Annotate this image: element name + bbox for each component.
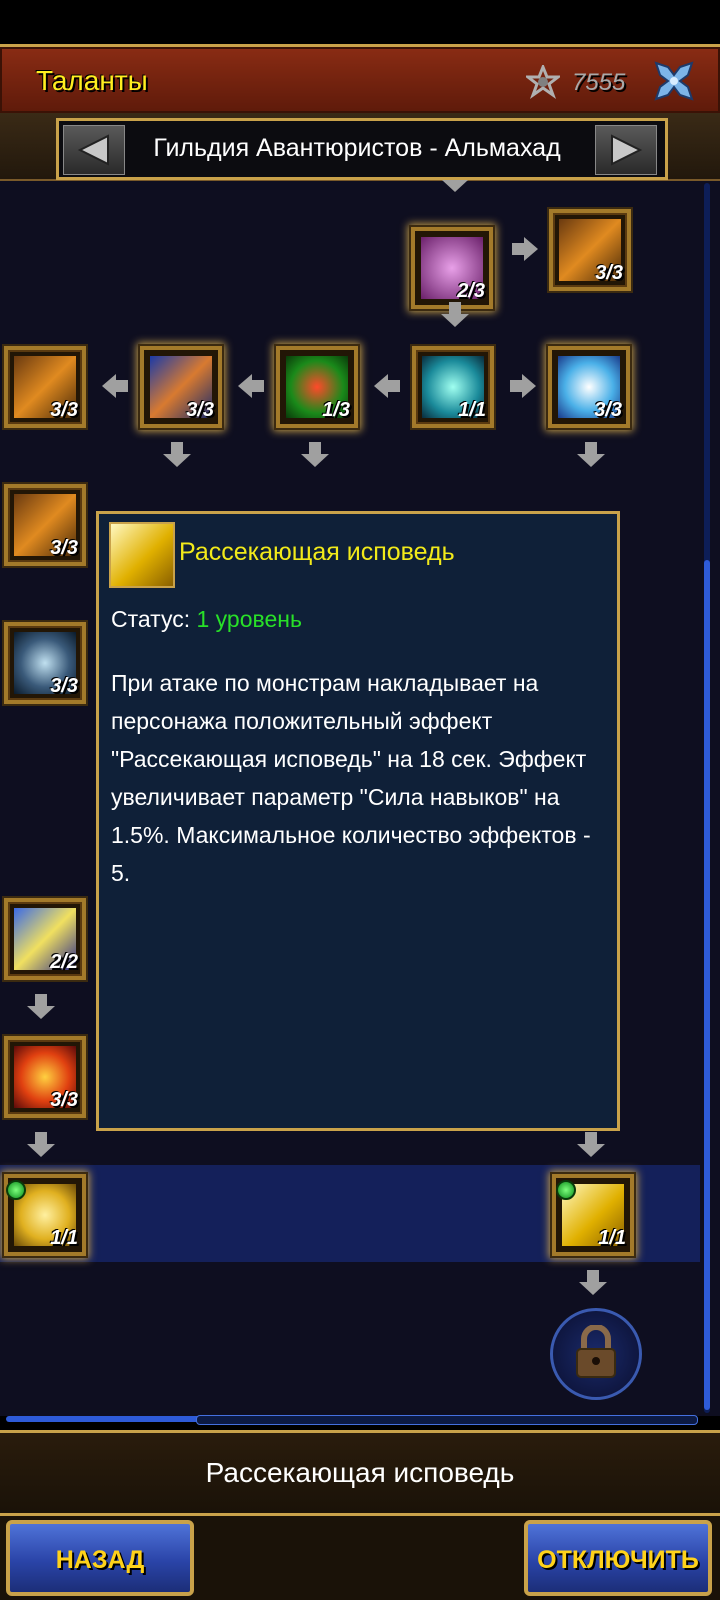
next-guild-button[interactable] bbox=[595, 125, 657, 175]
talent-point-icon bbox=[523, 62, 563, 99]
arrow-left-icon bbox=[374, 374, 400, 398]
arrow-down-icon bbox=[163, 442, 191, 467]
lock-icon bbox=[576, 1325, 616, 1378]
arrow-right-icon bbox=[510, 374, 536, 398]
status-gem-icon bbox=[6, 1180, 26, 1200]
talent-node[interactable]: 1/3 bbox=[276, 346, 358, 428]
status-gem-icon bbox=[556, 1180, 576, 1200]
prev-guild-button[interactable] bbox=[63, 125, 125, 175]
vertical-scrollbar-thumb[interactable] bbox=[704, 560, 710, 1410]
talent-node[interactable]: 1/1 bbox=[412, 346, 494, 428]
tooltip-status-label: Статус: bbox=[111, 606, 191, 632]
arrow-left-icon bbox=[238, 374, 264, 398]
talent-node[interactable]: 2/3 bbox=[411, 227, 493, 309]
talent-node[interactable]: 3/3 bbox=[4, 1036, 86, 1118]
guild-name: Гильдия Авантюристов - Альмахад bbox=[153, 134, 561, 162]
arrow-left-icon bbox=[77, 134, 109, 166]
locked-talent-node[interactable] bbox=[550, 1308, 642, 1400]
arrow-left-icon bbox=[102, 374, 128, 398]
guild-selector: Гильдия Авантюристов - Альмахад bbox=[56, 118, 668, 180]
arrow-right-icon bbox=[512, 237, 538, 261]
talent-points-value: 7555 bbox=[572, 69, 626, 96]
blade-icon bbox=[109, 522, 175, 588]
talent-node[interactable]: 3/3 bbox=[549, 209, 631, 291]
talent-node[interactable]: 2/2 bbox=[4, 898, 86, 980]
arrow-down-icon bbox=[27, 1132, 55, 1157]
guild-selector-bar: Гильдия Авантюристов - Альмахад bbox=[0, 113, 720, 181]
talent-node[interactable]: 3/3 bbox=[548, 346, 630, 428]
bottom-button-bar: НАЗАД ОТКЛЮЧИТЬ bbox=[0, 1516, 720, 1600]
arrow-down-icon bbox=[301, 442, 329, 467]
tooltip-status: Статус: 1 уровень bbox=[111, 606, 302, 633]
talent-node[interactable]: 3/3 bbox=[4, 622, 86, 704]
back-button-label: НАЗАД bbox=[55, 1546, 145, 1574]
page-title: Таланты bbox=[36, 65, 148, 96]
arrow-down-icon bbox=[27, 994, 55, 1019]
arrow-down-icon bbox=[441, 302, 469, 327]
horizontal-scrollbar-thumb[interactable] bbox=[196, 1415, 698, 1425]
talent-tooltip: Рассекающая исповедь Статус: 1 уровень П… bbox=[96, 511, 620, 1131]
talent-node[interactable]: 3/3 bbox=[4, 484, 86, 566]
arrow-down-icon bbox=[577, 1132, 605, 1157]
arrow-down-icon bbox=[442, 180, 468, 192]
tooltip-title: Рассекающая исповедь bbox=[179, 538, 455, 566]
talent-node[interactable]: 3/3 bbox=[4, 346, 86, 428]
disable-button[interactable]: ОТКЛЮЧИТЬ bbox=[524, 1520, 712, 1596]
arrow-down-icon bbox=[577, 442, 605, 467]
tooltip-description: При атаке по монстрам накладывает на пер… bbox=[111, 670, 591, 886]
talent-node[interactable]: 3/3 bbox=[140, 346, 222, 428]
back-button[interactable]: НАЗАД bbox=[6, 1520, 194, 1596]
selected-talent-bar: Рассекающая исповедь bbox=[0, 1430, 720, 1516]
tooltip-status-value: 1 уровень bbox=[196, 606, 302, 632]
header-bar: Таланты 7555 bbox=[0, 44, 720, 116]
selected-talent-name: Рассекающая исповедь bbox=[205, 1457, 515, 1488]
arrow-down-icon bbox=[579, 1270, 607, 1295]
arrow-right-icon bbox=[611, 134, 643, 166]
disable-button-label: ОТКЛЮЧИТЬ bbox=[537, 1546, 699, 1574]
close-icon[interactable] bbox=[650, 57, 698, 105]
